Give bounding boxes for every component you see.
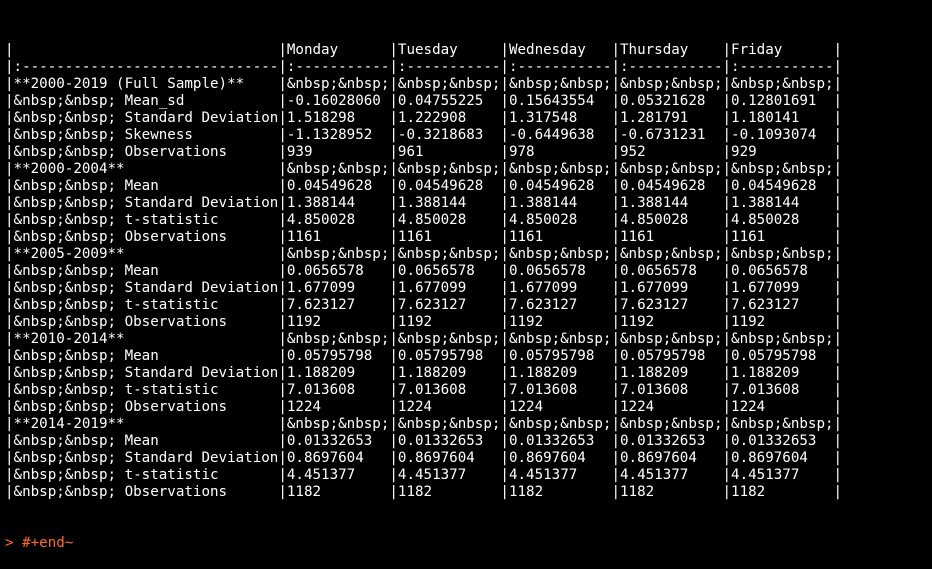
table-row-line: |&nbsp;&nbsp; t-statistic |7.013608 |7.0… <box>5 382 843 398</box>
table-row-line: |&nbsp;&nbsp; Mean |0.01332653 |0.013326… <box>5 433 843 449</box>
table-header-line: | |Monday |Tuesday |Wednesday |Thursday … <box>5 42 843 58</box>
table-row-line: |&nbsp;&nbsp; Standard Deviation|1.67709… <box>5 280 843 296</box>
table-row-line: |**2005-2009** |&nbsp;&nbsp;|&nbsp;&nbsp… <box>5 246 843 262</box>
table-row-line: |&nbsp;&nbsp; Observations |1224 |1224 |… <box>5 399 843 415</box>
table-row-line: |**2000-2019 (Full Sample)** |&nbsp;&nbs… <box>5 76 843 92</box>
table-row-line: |&nbsp;&nbsp; Standard Deviation|1.38814… <box>5 195 843 211</box>
table-row-line: |&nbsp;&nbsp; Skewness |-1.1328952 |-0.3… <box>5 127 843 143</box>
table-row-line: |&nbsp;&nbsp; Standard Deviation|0.86976… <box>5 450 843 466</box>
table-row-line: |&nbsp;&nbsp; Standard Deviation|1.51829… <box>5 110 843 126</box>
table-row-line: |&nbsp;&nbsp; Observations |1161 |1161 |… <box>5 229 843 245</box>
table-row-line: |&nbsp;&nbsp; Observations |939 |961 |97… <box>5 144 843 160</box>
markdown-table: | |Monday |Tuesday |Wednesday |Thursday … <box>5 42 842 501</box>
table-row-line: |&nbsp;&nbsp; Observations |1192 |1192 |… <box>5 314 843 330</box>
table-row-line: |&nbsp;&nbsp; Mean |0.05795798 |0.057957… <box>5 348 843 364</box>
table-row-line: |**2010-2014** |&nbsp;&nbsp;|&nbsp;&nbsp… <box>5 331 843 347</box>
table-row-line: |&nbsp;&nbsp; Standard Deviation|1.18820… <box>5 365 843 381</box>
table-row-line: |&nbsp;&nbsp; t-statistic |4.451377 |4.4… <box>5 467 843 483</box>
table-row-line: |&nbsp;&nbsp; Mean_sd |-0.16028060 |0.04… <box>5 93 843 109</box>
table-row-line: |&nbsp;&nbsp; Observations |1182 |1182 |… <box>5 484 843 500</box>
table-row-line: |**2014-2019** |&nbsp;&nbsp;|&nbsp;&nbsp… <box>5 416 843 432</box>
table-separator-line: |:------------------------------|:------… <box>5 59 843 75</box>
table-row-line: |&nbsp;&nbsp; t-statistic |7.623127 |7.6… <box>5 297 843 313</box>
table-row-line: |&nbsp;&nbsp; t-statistic |4.850028 |4.8… <box>5 212 843 228</box>
table-row-line: |**2000-2004** |&nbsp;&nbsp;|&nbsp;&nbsp… <box>5 161 843 177</box>
command-prompt-line[interactable]: > #+end~ <box>5 535 842 552</box>
table-row-line: |&nbsp;&nbsp; Mean |0.0656578 |0.0656578… <box>5 263 843 279</box>
table-row-line: |&nbsp;&nbsp; Mean |0.04549628 |0.045496… <box>5 178 843 194</box>
terminal-output[interactable]: | |Monday |Tuesday |Wednesday |Thursday … <box>5 8 842 569</box>
